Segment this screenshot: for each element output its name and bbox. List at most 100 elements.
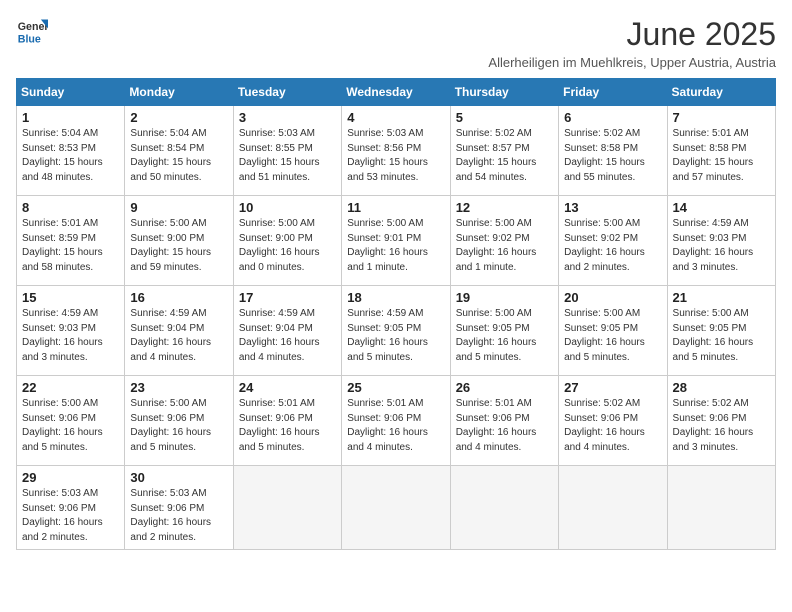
day-info: Sunrise: 5:03 AM Sunset: 9:06 PM Dayligh… (22, 487, 119, 545)
day-number: 17 (239, 290, 336, 305)
calendar-cell: 17 Sunrise: 4:59 AM Sunset: 9:04 PM Dayli… (233, 286, 341, 376)
calendar-cell (233, 466, 341, 550)
day-info: Sunrise: 5:01 AM Sunset: 8:59 PM Dayligh… (22, 217, 119, 275)
calendar-header: SundayMondayTuesdayWednesdayThursdayFrid… (17, 79, 776, 106)
day-number: 23 (130, 380, 227, 395)
calendar-cell (342, 466, 450, 550)
day-number: 9 (130, 200, 227, 215)
day-info: Sunrise: 5:00 AM Sunset: 9:01 PM Dayligh… (347, 217, 444, 275)
day-info: Sunrise: 5:01 AM Sunset: 9:06 PM Dayligh… (347, 397, 444, 455)
day-info: Sunrise: 5:00 AM Sunset: 9:00 PM Dayligh… (130, 217, 227, 275)
day-info: Sunrise: 5:00 AM Sunset: 9:06 PM Dayligh… (22, 397, 119, 455)
calendar-table: SundayMondayTuesdayWednesdayThursdayFrid… (16, 78, 776, 550)
day-number: 19 (456, 290, 553, 305)
day-info: Sunrise: 5:03 AM Sunset: 8:56 PM Dayligh… (347, 127, 444, 185)
day-number: 6 (564, 110, 661, 125)
day-info: Sunrise: 5:00 AM Sunset: 9:02 PM Dayligh… (564, 217, 661, 275)
calendar-body: 1 Sunrise: 5:04 AM Sunset: 8:53 PM Daylig… (17, 106, 776, 550)
location-subtitle: Allerheiligen im Muehlkreis, Upper Austr… (488, 55, 776, 70)
calendar-cell: 28 Sunrise: 5:02 AM Sunset: 9:06 PM Dayli… (667, 376, 775, 466)
calendar-cell: 20Sunrise: 5:00 AM Sunset: 9:05 PM Dayli… (559, 286, 667, 376)
day-number: 7 (673, 110, 770, 125)
calendar-cell (559, 466, 667, 550)
day-info: Sunrise: 5:01 AM Sunset: 9:06 PM Dayligh… (239, 397, 336, 455)
day-info: Sunrise: 4:59 AM Sunset: 9:04 PM Dayligh… (239, 307, 336, 365)
day-info: Sunrise: 4:59 AM Sunset: 9:03 PM Dayligh… (22, 307, 119, 365)
calendar-cell: 15 Sunrise: 4:59 AM Sunset: 9:03 PM Dayli… (17, 286, 125, 376)
day-number: 12 (456, 200, 553, 215)
calendar-cell (450, 466, 558, 550)
calendar-day-header: Thursday (450, 79, 558, 106)
day-info: Sunrise: 5:00 AM Sunset: 9:06 PM Dayligh… (130, 397, 227, 455)
page-header: General Blue June 2025 Allerheiligen im … (16, 16, 776, 70)
day-number: 4 (347, 110, 444, 125)
calendar-cell: 21 Sunrise: 5:00 AM Sunset: 9:05 PM Dayli… (667, 286, 775, 376)
day-number: 18 (347, 290, 444, 305)
calendar-cell: 6 Sunrise: 5:02 AM Sunset: 8:58 PM Daylig… (559, 106, 667, 196)
day-info: Sunrise: 5:02 AM Sunset: 8:58 PM Dayligh… (564, 127, 661, 185)
day-number: 20 (564, 290, 661, 305)
calendar-cell: 7 Sunrise: 5:01 AM Sunset: 8:58 PM Daylig… (667, 106, 775, 196)
calendar-day-header: Friday (559, 79, 667, 106)
svg-text:General: General (18, 21, 48, 33)
day-number: 24 (239, 380, 336, 395)
day-number: 16 (130, 290, 227, 305)
calendar-cell: 18 Sunrise: 4:59 AM Sunset: 9:05 PM Dayli… (342, 286, 450, 376)
calendar-day-header: Tuesday (233, 79, 341, 106)
day-info: Sunrise: 5:04 AM Sunset: 8:54 PM Dayligh… (130, 127, 227, 185)
calendar-week-row: 8 Sunrise: 5:01 AM Sunset: 8:59 PM Daylig… (17, 196, 776, 286)
day-info: Sunrise: 5:00 AM Sunset: 9:05 PM Dayligh… (456, 307, 553, 365)
calendar-day-header: Sunday (17, 79, 125, 106)
day-number: 3 (239, 110, 336, 125)
calendar-week-row: 1 Sunrise: 5:04 AM Sunset: 8:53 PM Daylig… (17, 106, 776, 196)
calendar-cell: 30Sunrise: 5:03 AM Sunset: 9:06 PM Dayli… (125, 466, 233, 550)
day-info: Sunrise: 5:02 AM Sunset: 9:06 PM Dayligh… (673, 397, 770, 455)
calendar-day-header: Wednesday (342, 79, 450, 106)
day-number: 8 (22, 200, 119, 215)
day-number: 1 (22, 110, 119, 125)
calendar-day-header: Saturday (667, 79, 775, 106)
calendar-cell: 23 Sunrise: 5:00 AM Sunset: 9:06 PM Dayli… (125, 376, 233, 466)
calendar-cell: 25Sunrise: 5:01 AM Sunset: 9:06 PM Dayli… (342, 376, 450, 466)
calendar-cell: 22Sunrise: 5:00 AM Sunset: 9:06 PM Dayli… (17, 376, 125, 466)
day-number: 15 (22, 290, 119, 305)
calendar-week-row: 29 Sunrise: 5:03 AM Sunset: 9:06 PM Dayli… (17, 466, 776, 550)
day-info: Sunrise: 5:04 AM Sunset: 8:53 PM Dayligh… (22, 127, 119, 185)
day-number: 27 (564, 380, 661, 395)
calendar-cell: 16Sunrise: 4:59 AM Sunset: 9:04 PM Dayli… (125, 286, 233, 376)
day-info: Sunrise: 5:02 AM Sunset: 8:57 PM Dayligh… (456, 127, 553, 185)
calendar-week-row: 15 Sunrise: 4:59 AM Sunset: 9:03 PM Dayli… (17, 286, 776, 376)
month-title: June 2025 (488, 16, 776, 53)
day-info: Sunrise: 5:00 AM Sunset: 9:00 PM Dayligh… (239, 217, 336, 275)
calendar-cell: 19 Sunrise: 5:00 AM Sunset: 9:05 PM Dayli… (450, 286, 558, 376)
calendar-header-row: SundayMondayTuesdayWednesdayThursdayFrid… (17, 79, 776, 106)
day-info: Sunrise: 5:03 AM Sunset: 8:55 PM Dayligh… (239, 127, 336, 185)
logo: General Blue (16, 16, 48, 48)
calendar-cell: 12 Sunrise: 5:00 AM Sunset: 9:02 PM Dayli… (450, 196, 558, 286)
day-number: 5 (456, 110, 553, 125)
day-info: Sunrise: 5:01 AM Sunset: 8:58 PM Dayligh… (673, 127, 770, 185)
day-number: 21 (673, 290, 770, 305)
calendar-cell: 4 Sunrise: 5:03 AM Sunset: 8:56 PM Daylig… (342, 106, 450, 196)
day-number: 30 (130, 470, 227, 485)
calendar-cell: 11Sunrise: 5:00 AM Sunset: 9:01 PM Dayli… (342, 196, 450, 286)
day-info: Sunrise: 5:00 AM Sunset: 9:02 PM Dayligh… (456, 217, 553, 275)
day-number: 2 (130, 110, 227, 125)
logo-icon: General Blue (16, 16, 48, 48)
calendar-cell (667, 466, 775, 550)
calendar-cell: 1 Sunrise: 5:04 AM Sunset: 8:53 PM Daylig… (17, 106, 125, 196)
calendar-cell: 26Sunrise: 5:01 AM Sunset: 9:06 PM Dayli… (450, 376, 558, 466)
day-number: 28 (673, 380, 770, 395)
day-number: 10 (239, 200, 336, 215)
day-info: Sunrise: 5:01 AM Sunset: 9:06 PM Dayligh… (456, 397, 553, 455)
calendar-cell: 2 Sunrise: 5:04 AM Sunset: 8:54 PM Daylig… (125, 106, 233, 196)
calendar-cell: 8 Sunrise: 5:01 AM Sunset: 8:59 PM Daylig… (17, 196, 125, 286)
day-number: 14 (673, 200, 770, 215)
day-number: 13 (564, 200, 661, 215)
title-block: June 2025 Allerheiligen im Muehlkreis, U… (488, 16, 776, 70)
day-number: 29 (22, 470, 119, 485)
day-info: Sunrise: 4:59 AM Sunset: 9:05 PM Dayligh… (347, 307, 444, 365)
calendar-cell: 27Sunrise: 5:02 AM Sunset: 9:06 PM Dayli… (559, 376, 667, 466)
day-info: Sunrise: 5:00 AM Sunset: 9:05 PM Dayligh… (673, 307, 770, 365)
calendar-cell: 13 Sunrise: 5:00 AM Sunset: 9:02 PM Dayli… (559, 196, 667, 286)
